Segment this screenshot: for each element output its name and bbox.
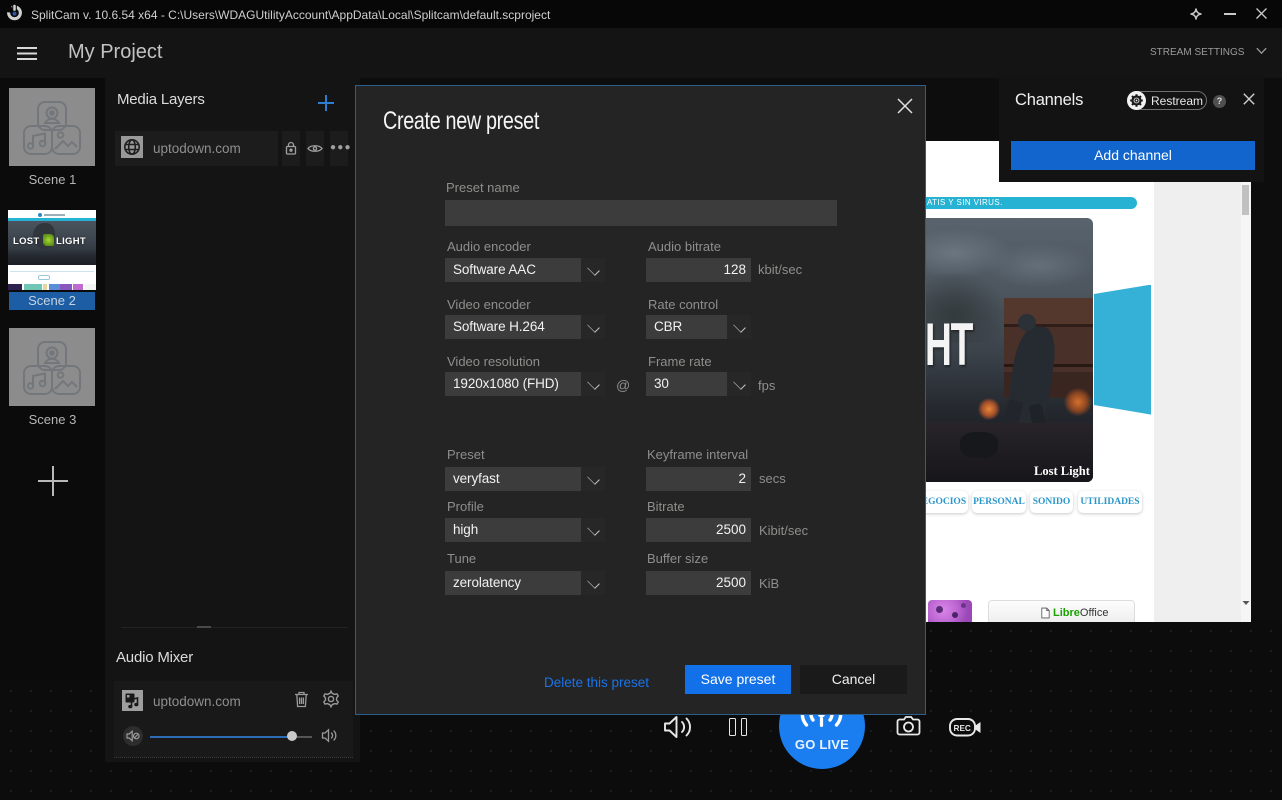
svg-text:REC: REC: [954, 724, 971, 733]
